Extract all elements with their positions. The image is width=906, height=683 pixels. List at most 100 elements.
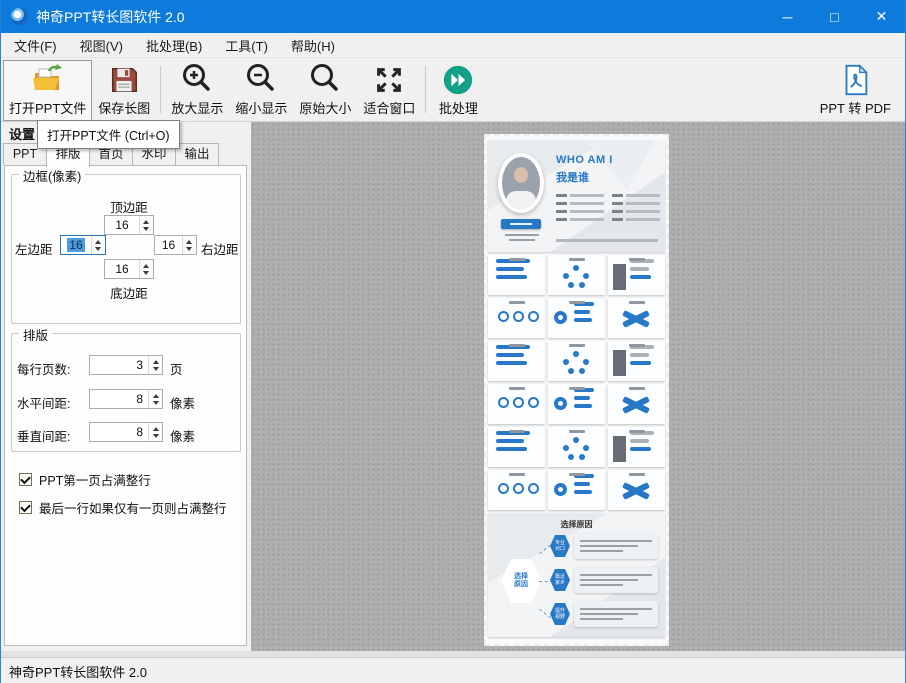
reason-row: 提升视野 [550,601,658,627]
spinner-arrows-icon[interactable] [91,236,105,254]
slide-thumbnail [488,384,545,424]
slide-thumbnail [608,255,665,295]
settings-header: 设置 [9,124,35,143]
v-spacing-spinner[interactable]: 8 [89,422,163,442]
bottom-margin-label: 底边距 [101,283,157,302]
top-margin-spinner[interactable]: 16 [104,215,154,235]
statusbar: 神奇PPT转长图软件 2.0 [1,657,905,683]
zoom-out-button[interactable]: 缩小显示 [229,60,293,121]
batch-process-label: 批处理 [439,98,478,117]
slide-thumbnail [608,470,665,510]
h-spacing-label: 水平间距: [17,393,70,412]
close-button[interactable]: ✕ [858,0,905,33]
resume-info-lines [556,194,660,221]
slide-thumbnail [548,470,605,510]
zoom-in-icon [179,61,215,97]
slide-thumbnail [488,427,545,467]
ppt-to-pdf-label: PPT 转 PDF [820,98,891,117]
menu-item-view[interactable]: 视图(V) [70,33,133,58]
right-margin-value: 16 [160,238,177,252]
tab-page-layout: 边框(像素) 顶边距 16 左边距 16 16 右边距 16 [4,165,247,646]
slide-title-en: WHO AM I [556,154,613,166]
slide-thumbnail [608,341,665,381]
statusbar-text: 神奇PPT转长图软件 2.0 [9,662,147,681]
pages-per-row-unit: 页 [170,359,183,378]
spinner-arrows-icon[interactable] [139,216,153,234]
left-margin-value: 16 [67,238,84,252]
portrait-photo [498,153,544,213]
h-spacing-unit: 像素 [170,393,195,412]
first-page-full-row-checkbox[interactable]: PPT第一页占满整行 [19,470,151,489]
spinner-arrows-icon[interactable] [148,356,162,374]
main-area: 设置 PPT 排版 首页 水印 输出 边框(像素) 顶边距 16 左边距 [1,122,905,651]
slide-thumbnail [488,470,545,510]
reason-text-block [574,601,658,627]
last-row-full-label: 最后一行如果仅有一页则占满整行 [39,498,227,517]
slide-thumbnail [548,255,605,295]
slide-thumbnail [548,298,605,338]
open-ppt-button[interactable]: 打开PPT文件 [3,60,92,121]
titlebar: 神奇PPT转长图软件 2.0 ─ □ ✕ [1,0,905,33]
checkbox-checked-icon[interactable] [19,473,32,486]
maximize-button[interactable]: □ [811,0,858,33]
spinner-arrows-icon[interactable] [182,236,196,254]
first-slide: WHO AM I 我是谁 [488,140,665,252]
ppt-to-pdf-button[interactable]: PPT 转 PDF [814,60,897,121]
resume-note-line [556,239,658,242]
right-margin-label: 右边距 [201,239,239,258]
menu-item-batch[interactable]: 批处理(B) [136,33,212,58]
zoom-in-button[interactable]: 放大显示 [165,60,229,121]
h-spacing-spinner[interactable]: 8 [89,389,163,409]
reason-row: 靠近家乡 [550,567,658,593]
first-page-full-row-label: PPT第一页占满整行 [39,470,151,489]
open-ppt-label: 打开PPT文件 [9,98,86,117]
toolbar-separator [160,66,161,113]
slide-thumbnail [488,298,545,338]
slide-thumbnail [608,384,665,424]
slide-thumbnail [548,384,605,424]
toolbar: 打开PPT文件 保存长图 [1,58,905,122]
tooltip: 打开PPT文件 (Ctrl+O) [37,120,180,149]
minimize-button[interactable]: ─ [764,0,811,33]
menu-item-file[interactable]: 文件(F) [4,33,67,58]
menu-item-help[interactable]: 帮助(H) [281,33,345,58]
spinner-arrows-icon[interactable] [148,423,162,441]
original-size-label: 原始大小 [299,98,351,117]
last-slide: 选择原因 选择原因 专业对口 靠近家乡 提升视野 [488,513,665,637]
slide-thumbnail [608,427,665,467]
h-spacing-value: 8 [134,392,145,406]
last-row-full-checkbox[interactable]: 最后一行如果仅有一页则占满整行 [19,498,227,517]
long-image-preview[interactable]: WHO AM I 我是谁 选择原因 [484,134,669,646]
original-size-button[interactable]: 原始大小 [293,60,357,121]
tab-output[interactable]: 输出 [175,143,219,165]
photo-caption-lines [500,234,544,241]
pages-per-row-spinner[interactable]: 3 [89,355,163,375]
batch-process-button[interactable]: 批处理 [430,60,486,121]
bottom-margin-spinner[interactable]: 16 [104,259,154,279]
original-size-icon [307,61,343,97]
top-margin-value: 16 [113,218,130,232]
checkbox-checked-icon[interactable] [19,501,32,514]
pages-per-row-label: 每行页数: [17,359,70,378]
left-margin-spinner[interactable]: 16 [60,235,106,255]
menu-item-tools[interactable]: 工具(T) [215,33,278,58]
pdf-icon [838,63,872,97]
slide-thumbnail-grid [488,255,665,510]
spinner-arrows-icon[interactable] [139,260,153,278]
left-margin-label: 左边距 [15,239,53,258]
v-spacing-label: 垂直间距: [17,426,70,445]
v-spacing-unit: 像素 [170,426,195,445]
save-long-image-button[interactable]: 保存长图 [92,60,156,121]
right-margin-spinner[interactable]: 16 [154,235,197,255]
slide-thumbnail [488,255,545,295]
fit-window-icon [372,63,406,97]
reason-hexagon: 提升视野 [550,603,570,625]
app-icon [11,8,28,25]
save-long-image-label: 保存长图 [98,98,150,117]
layout-groupbox-title: 排版 [19,325,52,344]
spinner-arrows-icon[interactable] [148,390,162,408]
zoom-out-icon [243,61,279,97]
slide-thumbnail [608,298,665,338]
fit-window-button[interactable]: 适合窗口 [357,60,421,121]
open-folder-icon [30,61,66,97]
